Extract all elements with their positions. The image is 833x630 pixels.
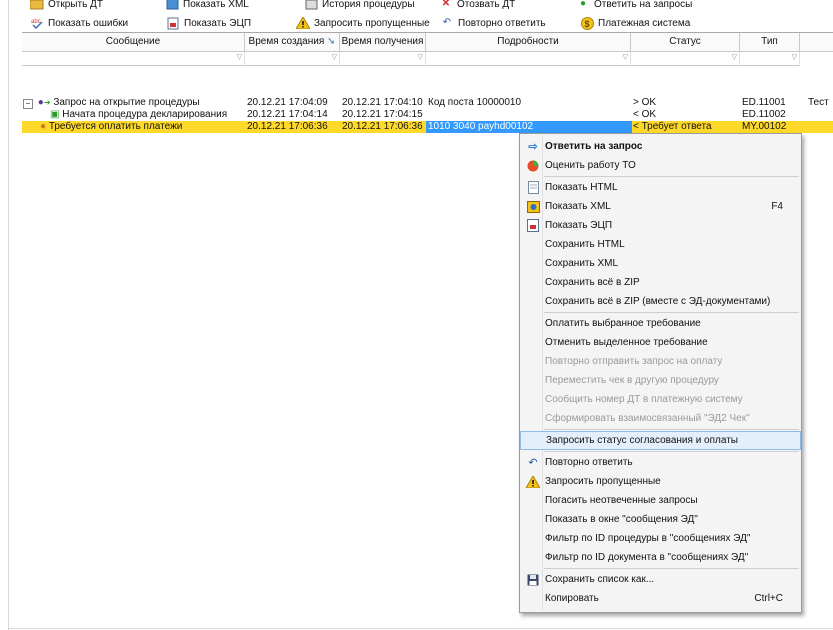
menu-cancel-selected[interactable]: Отменить выделенное требование — [520, 333, 801, 352]
column-header-created[interactable]: Время создания ➘ — [245, 33, 340, 52]
procedure-history-button[interactable]: История процедуры — [304, 0, 415, 14]
menu-repeat-answer[interactable]: ↶ Повторно ответить — [520, 453, 801, 472]
menu-separator — [544, 312, 799, 313]
warning-icon — [525, 475, 541, 489]
filter-type[interactable]: ▽ — [740, 52, 800, 66]
menu-separator — [544, 451, 799, 452]
signature-icon — [525, 219, 541, 233]
tree-collapse-icon[interactable]: − — [23, 99, 33, 109]
sort-arrow-icon: ➘ — [324, 36, 336, 47]
chevron-down-icon: ▽ — [331, 54, 337, 61]
chevron-down-icon: ▽ — [622, 54, 628, 61]
arrow-plus-icon: ➔ — [43, 98, 51, 107]
window-bottom-edge — [8, 628, 833, 629]
menu-close-unanswered[interactable]: Погасить неотвеченные запросы — [520, 491, 801, 510]
menu-answer-request[interactable]: ⇨ Ответить на запрос — [520, 137, 801, 156]
floppy-icon — [525, 573, 541, 587]
dollar-coin-icon: $ — [580, 16, 594, 30]
menu-request-missing[interactable]: Запросить пропущенные — [520, 472, 801, 491]
menu-show-xml[interactable]: Показать XML F4 — [520, 197, 801, 216]
signature-icon — [166, 16, 180, 30]
column-header-type[interactable]: Тип — [740, 33, 800, 52]
menu-save-list[interactable]: Сохранить список как... — [520, 570, 801, 589]
context-menu: ⇨ Ответить на запрос Оценить работу ТО П… — [519, 133, 802, 613]
toolbar-top: Открыть ДТ Показать XML История процедур… — [0, 0, 833, 14]
menu-show-html[interactable]: Показать HTML — [520, 178, 801, 197]
menu-pay-selected[interactable]: Оплатить выбранное требование — [520, 314, 801, 333]
warning-icon — [296, 16, 310, 30]
html-page-icon — [525, 181, 541, 195]
show-ecp-button[interactable]: Показать ЭЦП — [166, 13, 251, 33]
open-dt-button[interactable]: Открыть ДТ — [30, 0, 103, 14]
withdraw-dt-button[interactable]: ✕ Отозвать ДТ — [439, 0, 515, 14]
menu-save-html[interactable]: Сохранить HTML — [520, 235, 801, 254]
undo-icon: ↶ — [528, 457, 538, 469]
filter-status[interactable]: ▽ — [631, 52, 740, 66]
chevron-down-icon: ▽ — [791, 54, 797, 61]
menu-rate-to[interactable]: Оценить работу ТО — [520, 156, 801, 175]
folder-icon — [30, 0, 44, 11]
xml-icon — [525, 200, 541, 214]
menu-form-ed2: Сформировать взаимосвязанный "ЭД2 Чек" — [545, 413, 750, 424]
answer-requests-button[interactable]: ● Ответить на запросы — [576, 0, 692, 14]
menu-copy[interactable]: Копировать Ctrl+C — [520, 589, 801, 608]
cross-icon: ✕ — [441, 0, 451, 9]
payment-system-button[interactable]: $ Платежная система — [580, 13, 690, 33]
menu-save-zip-with-docs[interactable]: Сохранить всё в ZIP (вместе с ЭД-докумен… — [520, 292, 801, 311]
menu-separator — [544, 429, 799, 430]
filter-details[interactable]: ▽ — [426, 52, 631, 66]
menu-report-dt-number: Сообщить номер ДТ в платежную систему — [545, 394, 743, 405]
menu-show-ecp[interactable]: Показать ЭЦП — [520, 216, 801, 235]
table-row[interactable]: − ●➔ Запрос на открытие процедуры 20.12.… — [22, 97, 833, 109]
menu-resend-payment: Повторно отправить запрос на оплату — [545, 356, 723, 367]
person-in-icon: ● — [40, 121, 47, 132]
chevron-down-icon: ▽ — [417, 54, 423, 61]
check-icon: ● — [579, 0, 587, 9]
undo-icon: ↶ — [442, 17, 452, 28]
request-missing-button[interactable]: Запросить пропущенные — [296, 13, 430, 33]
menu-separator — [544, 568, 799, 569]
chevron-down-icon: ▽ — [236, 54, 242, 61]
svg-text:$: $ — [584, 19, 589, 29]
column-header-status[interactable]: Статус — [631, 33, 740, 52]
chevron-down-icon: ▽ — [731, 54, 737, 61]
menu-save-xml[interactable]: Сохранить XML — [520, 254, 801, 273]
menu-request-status[interactable]: Запросить статус согласования и оплаты — [520, 431, 801, 450]
menu-show-in-messages[interactable]: Показать в окне "сообщения ЭД" — [520, 510, 801, 529]
filter-message[interactable]: ▽ — [22, 52, 245, 66]
menu-move-check: Переместить чек в другую процедуру — [545, 375, 719, 386]
column-header-message[interactable]: Сообщение — [22, 33, 245, 52]
show-xml-top-button[interactable]: Показать XML — [165, 0, 249, 14]
menu-filter-procedure[interactable]: Фильтр по ID процедуры в "сообщениях ЭД" — [520, 529, 801, 548]
menu-separator — [544, 176, 799, 177]
xml-icon — [165, 0, 179, 11]
menu-filter-document[interactable]: Фильтр по ID документа в "сообщениях ЭД" — [520, 548, 801, 567]
messages-grid: Сообщение Время создания ➘ Время получен… — [22, 32, 833, 133]
rating-circle-icon — [525, 159, 541, 173]
table-row-selected[interactable]: ● Требуется оплатить платежи 20.12.21 17… — [22, 121, 833, 133]
window-left-edge — [8, 0, 9, 630]
toolbar-second: abc Показать ошибки Показать ЭЦП Запроси… — [0, 13, 833, 33]
history-icon — [304, 0, 318, 11]
column-header-received[interactable]: Время получения — [340, 33, 426, 52]
repeat-answer-button[interactable]: ↶ Повторно ответить — [440, 13, 546, 33]
document-green-icon: ▣ — [50, 109, 60, 120]
show-errors-button[interactable]: abc Показать ошибки — [30, 13, 128, 33]
column-header-extra — [800, 33, 833, 52]
error-icon: abc — [30, 16, 44, 30]
arrow-right-icon: ⇨ — [528, 141, 538, 153]
filter-received[interactable]: ▽ — [340, 52, 426, 66]
menu-save-zip[interactable]: Сохранить всё в ZIP — [520, 273, 801, 292]
column-header-details[interactable]: Подробности — [426, 33, 631, 52]
filter-created[interactable]: ▽ — [245, 52, 340, 66]
selected-cell[interactable]: 1010 3040 payhd00102 — [426, 121, 632, 133]
table-row[interactable]: ▣ Начата процедура декларирования 20.12.… — [22, 109, 833, 121]
